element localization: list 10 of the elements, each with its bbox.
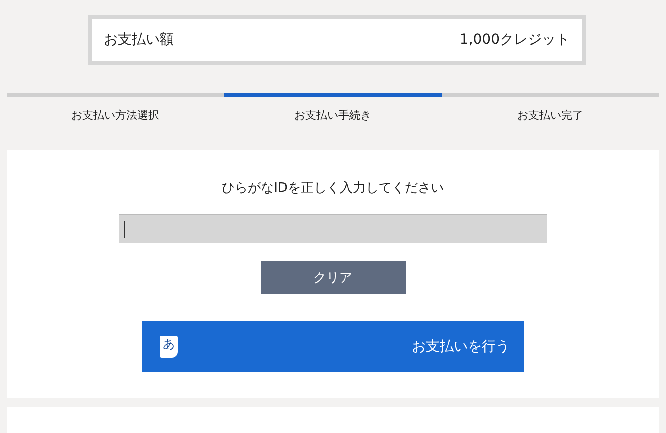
amount-value: 1,000クレジット <box>460 31 570 49</box>
pay-button[interactable]: あ お支払いを行う <box>142 321 524 372</box>
step-label: お支払い方法選択 <box>72 108 160 123</box>
id-input-field[interactable] <box>119 214 547 243</box>
step-label: お支払い完了 <box>517 108 584 123</box>
step-label: お支払い手続き <box>294 108 372 123</box>
input-prompt: ひらがなIDを正しく入力してください <box>222 180 444 197</box>
amount-label: お支払い額 <box>104 31 174 49</box>
hiragana-icon: あ <box>160 336 178 358</box>
clear-button[interactable]: クリア <box>260 261 406 294</box>
